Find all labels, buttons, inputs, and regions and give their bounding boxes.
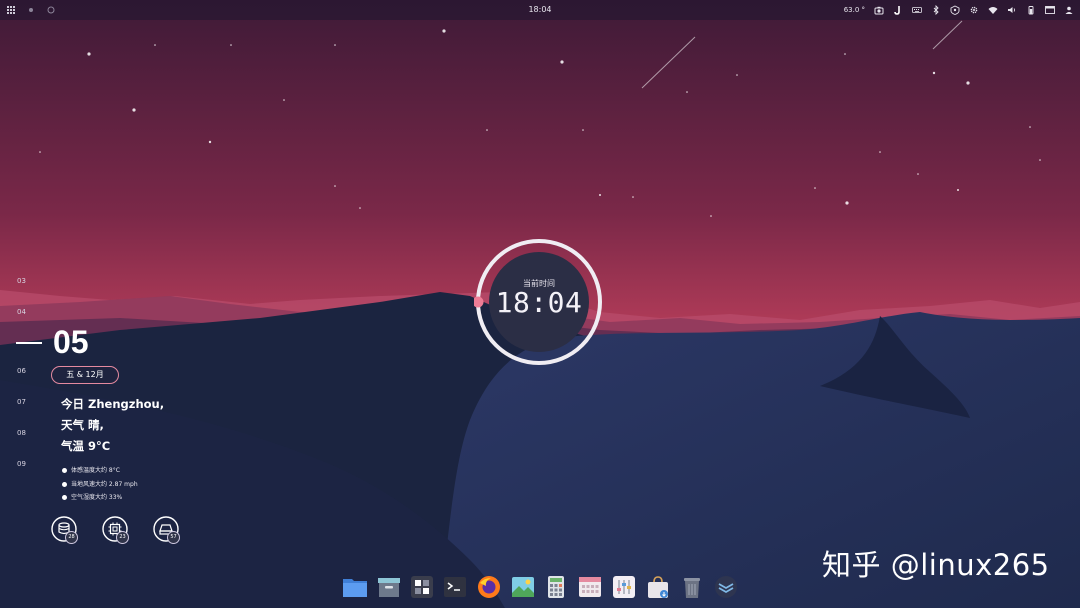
dock-archive[interactable] [376,574,402,600]
top-panel: 18:04 63.0 ° [0,0,1080,20]
jetbrains-toolbox-icon[interactable] [893,5,903,15]
cpu-usage-badge: 23 [116,531,129,544]
memory-meter[interactable]: 57 [153,516,180,544]
clock-time: 18:04 [495,286,583,319]
disk-usage-badge: 28 [65,531,78,544]
day-item: 09 [17,460,26,468]
screenshot-icon[interactable] [874,5,884,15]
disk-meter[interactable]: 28 [51,516,78,544]
memory-usage-badge: 57 [167,531,180,544]
keyboard-icon[interactable] [912,5,922,15]
volume-icon[interactable] [1007,5,1017,15]
workspace-ring-icon[interactable] [46,5,56,15]
user-icon[interactable] [1064,5,1074,15]
bullet-icon [62,481,67,487]
cpu-meter[interactable]: 23 [102,516,129,544]
bluetooth-icon[interactable] [931,5,941,15]
firefox-icon [478,576,500,598]
dock-store[interactable] [645,574,671,600]
calendar-icon [579,577,601,597]
day-item: 07 [17,398,26,406]
weather-detail-item: 当地风速大约 2.87 mph [62,478,138,492]
vpn-icon[interactable] [950,5,960,15]
weather-detail-item: 体感温度大约 8°C [62,464,138,478]
dock-files[interactable] [342,574,368,600]
day-item: 04 [17,308,26,316]
weather-summary: 今日 Zhengzhou, 天气 晴, 气温 9°C [61,394,164,457]
dock-trash[interactable] [679,574,705,600]
terminal-icon [444,577,466,597]
dock-image-viewer[interactable] [510,574,536,600]
workspace-dot-icon[interactable] [26,5,36,15]
archive-icon [378,578,400,597]
weather-detail-item: 空气湿度大约 33% [62,491,138,505]
dock-workspaces[interactable] [409,574,435,600]
folder-icon [343,579,367,597]
store-bag-icon [648,576,668,598]
day-item: 03 [17,277,26,285]
battery-icon[interactable] [1026,5,1036,15]
window-switcher-icon[interactable] [1045,5,1055,15]
dock-calendar[interactable] [577,574,603,600]
image-icon [512,577,534,597]
bullet-icon [62,495,67,501]
dock-firefox[interactable] [476,574,502,600]
wifi-icon[interactable] [988,5,998,15]
weather-condition: 天气 晴, [61,418,104,432]
dock-app[interactable] [713,574,739,600]
weather-temperature: 气温 9°C [61,439,111,453]
day-item: 06 [17,367,26,375]
top-panel-clock[interactable]: 18:04 [510,0,570,20]
watermark: 知乎 @linux265 [822,548,1050,582]
dock-calculator[interactable] [543,574,569,600]
sliders-icon [613,576,635,598]
weather-details: 体感温度大约 8°C 当地风速大约 2.87 mph 空气湿度大约 33% [62,464,138,505]
apps-grid-icon[interactable] [6,5,16,15]
dock-settings[interactable] [611,574,637,600]
trash-icon [684,578,700,598]
weather-location: 今日 Zhengzhou, [61,397,165,411]
clock-widget: 当前时间 18:04 [474,237,604,367]
top-panel-tray: 63.0 ° [844,0,1074,20]
current-day-marker [16,341,42,344]
bullet-icon [62,468,67,474]
cpu-temperature[interactable]: 63.0 ° [844,6,865,14]
current-day-number: 05 [53,324,89,360]
layers-icon [715,576,737,598]
day-item: 08 [17,429,26,437]
workspaces-icon [411,576,433,598]
settings-gear-icon[interactable] [969,5,979,15]
date-pill: 五 & 12月 [51,366,119,384]
current-day: 05 [16,324,89,361]
top-panel-left [6,0,56,20]
calculator-icon [548,576,564,598]
dock-terminal[interactable] [442,574,468,600]
